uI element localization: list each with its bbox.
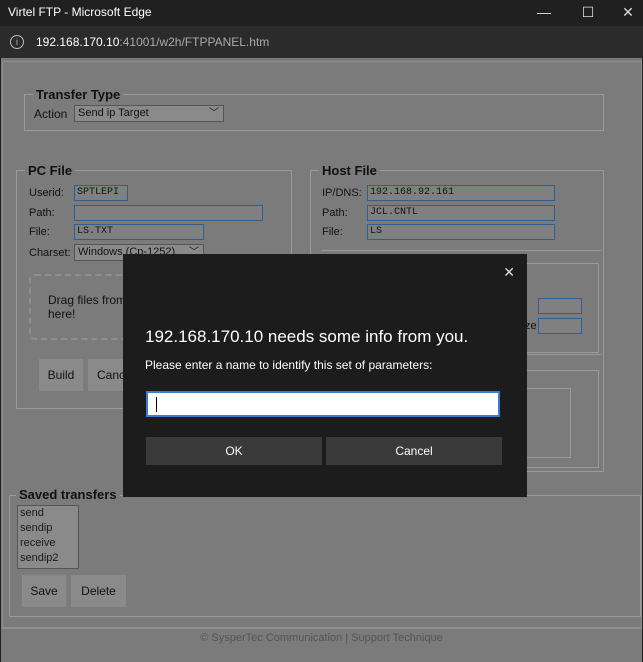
footer-text: © SysperTec Communication | Support Tech… (200, 632, 443, 644)
close-icon[interactable]: ✕ (503, 264, 515, 281)
cancel-build-button[interactable]: Canc (88, 359, 128, 391)
charset-label: Charset: (29, 247, 71, 259)
action-select[interactable]: Send ip Target ﹀ (74, 105, 224, 122)
userid-input[interactable]: SPTLEPI (74, 185, 128, 201)
action-label: Action (34, 107, 68, 121)
ok-button[interactable]: OK (146, 437, 322, 465)
address-bar[interactable]: i 192.168.170.10:41001/w2h/FTPPANEL.htm (0, 26, 643, 58)
dialog-prompt: Please enter a name to identify this set… (145, 358, 433, 372)
text-caret (156, 397, 157, 412)
host-file-legend: Host File (319, 163, 380, 178)
host-file-input[interactable]: LS (367, 224, 555, 240)
parameter-name-input[interactable] (146, 391, 500, 417)
list-item[interactable]: sendip (18, 521, 78, 536)
chevron-down-icon: ﹀ (209, 108, 219, 119)
address-url[interactable]: 192.168.170.10:41001/w2h/FTPPANEL.htm (36, 35, 269, 49)
url-host: 192.168.170.10 (36, 35, 120, 49)
pc-file-legend: PC File (25, 163, 76, 178)
save-button[interactable]: Save (22, 575, 66, 607)
delete-button[interactable]: Delete (71, 575, 126, 607)
info-icon[interactable]: i (10, 35, 24, 49)
pc-path-label: Path: (29, 207, 55, 219)
saved-transfers-legend: Saved transfers (16, 487, 120, 502)
cancel-button[interactable]: Cancel (326, 437, 502, 465)
ip-dns-label: IP/DNS: (322, 187, 362, 199)
saved-transfers-list[interactable]: send sendip receive sendip2 (17, 505, 79, 569)
window-title: Virtel FTP - Microsoft Edge (8, 5, 152, 19)
minimize-icon[interactable]: — (521, 0, 567, 26)
ip-dns-input[interactable]: 192.168.92.161 (367, 185, 555, 201)
footer-divider (1, 628, 642, 629)
dialog-heading: 192.168.170.10 needs some info from you. (145, 327, 469, 346)
window-titlebar: Virtel FTP - Microsoft Edge — ☐ ✕ (0, 0, 643, 26)
file-drop-zone[interactable] (29, 274, 133, 340)
transfer-type-legend: Transfer Type (33, 87, 124, 102)
pc-file-label: File: (29, 226, 50, 238)
action-select-value: Send ip Target (78, 107, 149, 119)
dropzone-text-1: Drag files from (48, 293, 127, 307)
host-divider (321, 250, 601, 251)
url-path: :41001/w2h/FTPPANEL.htm (119, 35, 270, 49)
host-option-input-1[interactable] (538, 298, 582, 314)
host-path-input[interactable]: JCL.CNTL (367, 205, 555, 221)
dropzone-text-2: here! (48, 307, 76, 321)
host-option-input-2[interactable] (538, 318, 582, 334)
list-item[interactable]: send (18, 506, 78, 521)
list-item[interactable]: sendip2 (18, 551, 78, 566)
pc-file-input[interactable]: LS.TXT (74, 224, 204, 240)
userid-label: Userid: (29, 187, 64, 199)
build-button[interactable]: Build (39, 359, 83, 391)
host-path-label: Path: (322, 207, 348, 219)
close-window-icon[interactable]: ✕ (605, 0, 643, 26)
host-file-label: File: (322, 226, 343, 238)
prompt-dialog: ✕ 192.168.170.10 needs some info from yo… (123, 254, 527, 497)
list-item[interactable]: receive (18, 536, 78, 551)
pc-path-input[interactable] (74, 205, 263, 221)
